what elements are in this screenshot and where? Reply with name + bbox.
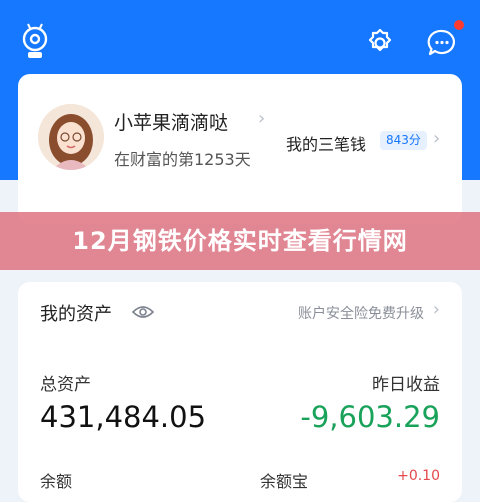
username[interactable]: 小苹果滴滴哒 bbox=[114, 108, 228, 135]
asset-title: 我的资产 bbox=[40, 304, 112, 325]
avatar-illustration bbox=[38, 104, 104, 170]
gear-icon[interactable] bbox=[364, 27, 396, 59]
profile-card[interactable]: 小苹果滴滴哒 › 在财富的第1253天 我的三笔钱 843分 › bbox=[18, 74, 462, 224]
chevron-right-icon: › bbox=[258, 108, 266, 129]
yuebao-label: 余额宝 bbox=[260, 472, 309, 491]
total-assets-label: 总资产 bbox=[40, 375, 91, 395]
notification-dot bbox=[453, 19, 465, 31]
chevron-right-icon: › bbox=[432, 299, 440, 320]
insurance-promo-link[interactable]: 账户安全险免费升级 bbox=[298, 303, 424, 323]
days-counter: 在财富的第1253天 bbox=[114, 150, 251, 169]
eye-icon[interactable] bbox=[132, 304, 154, 320]
score-badge: 843分 bbox=[380, 131, 427, 150]
logo-icon[interactable] bbox=[18, 22, 52, 60]
three-money-link[interactable]: 我的三笔钱 bbox=[286, 131, 366, 155]
yesterday-earnings-label: 昨日收益 bbox=[372, 375, 440, 395]
total-assets-value[interactable]: 431,484.05 bbox=[40, 400, 206, 434]
chat-icon[interactable] bbox=[426, 27, 458, 59]
overlay-banner: 12月钢铁价格实时查看行情网 bbox=[0, 212, 480, 270]
chevron-right-icon: › bbox=[433, 128, 441, 149]
asset-card: 我的资产 账户安全险免费升级 › 总资产 昨日收益 431,484.05 -9,… bbox=[18, 282, 462, 502]
avatar[interactable] bbox=[38, 104, 104, 170]
yesterday-earnings-value[interactable]: -9,603.29 bbox=[300, 400, 440, 434]
yuebao-change: +0.10 bbox=[397, 468, 440, 484]
balance-label: 余额 bbox=[40, 472, 73, 491]
overlay-title: 12月钢铁价格实时查看行情网 bbox=[72, 227, 408, 255]
